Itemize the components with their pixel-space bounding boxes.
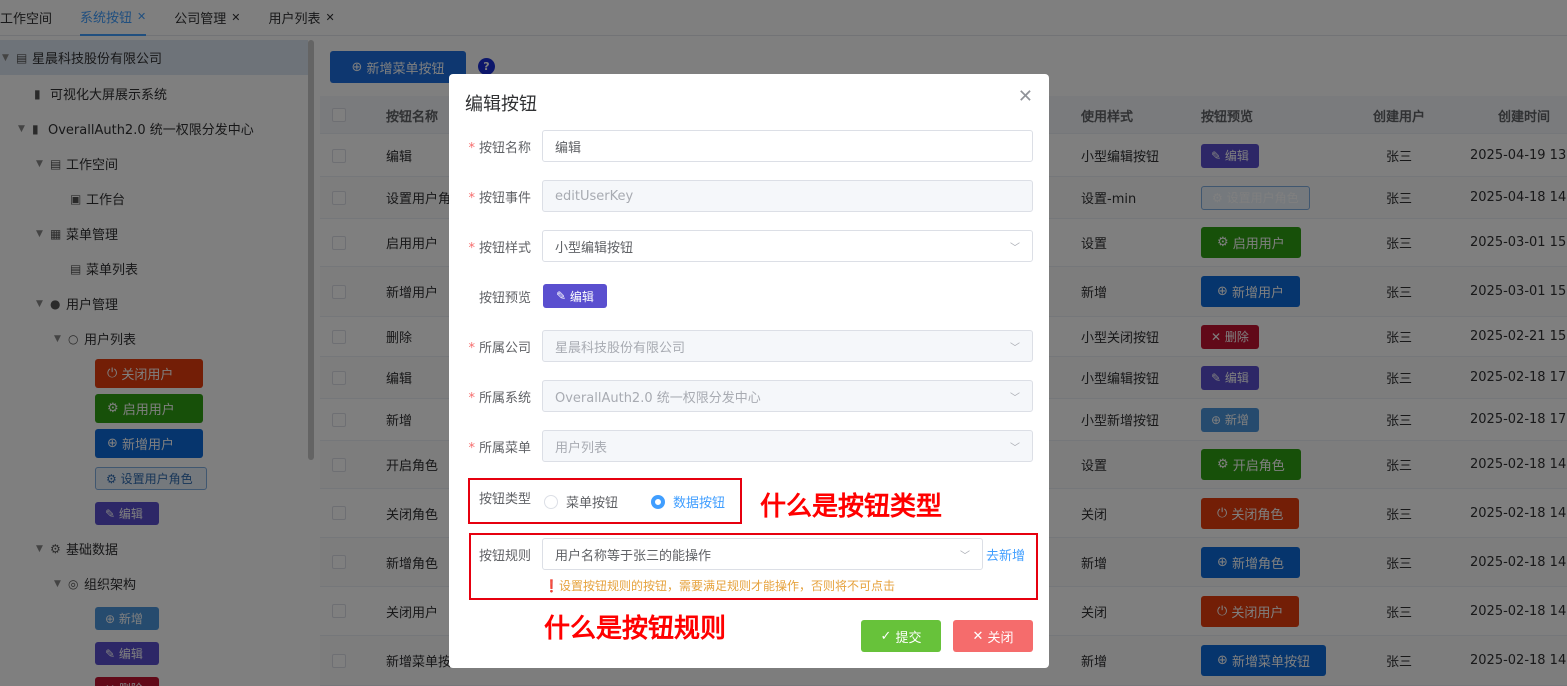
preview-edit-button[interactable]: ✎ 编辑 [543,284,607,308]
button-name-input[interactable]: 编辑 [542,130,1033,162]
chevron-down-icon: ﹀ [1010,342,1020,354]
field-label: * 按钮样式 [468,240,531,256]
button-event-input: editUserKey [542,180,1033,212]
form-row-event: * 按钮事件 editUserKey [449,180,1049,212]
submit-button[interactable]: ✓ 提交 [861,620,941,652]
close-icon[interactable]: ✕ [1018,86,1033,107]
annotation-rule-text: 什么是按钮规则 [544,614,727,644]
annotation-box-rule [469,533,1038,600]
cancel-button[interactable]: ✕ 关闭 [953,620,1033,652]
system-select: OverallAuth2.0 统一权限分发中心 ﹀ [542,380,1033,412]
company-select: 星晨科技股份有限公司 ﹀ [542,330,1033,362]
chevron-down-icon: ﹀ [1010,442,1020,454]
form-row-company: * 所属公司 星晨科技股份有限公司 ﹀ [449,330,1049,362]
field-label: * 所属公司 [468,340,531,356]
chevron-down-icon: ﹀ [1010,392,1020,404]
annotation-box-type [468,478,742,524]
field-label: * 按钮名称 [468,140,531,156]
form-row-preview: 按钮预览 ✎ 编辑 [449,280,1049,312]
field-label: * 按钮事件 [468,190,531,206]
field-label: * 所属菜单 [468,440,531,456]
annotation-type-text: 什么是按钮类型 [760,492,943,522]
form-row-menu: * 所属菜单 用户列表 ﹀ [449,430,1049,462]
form-row-style: * 按钮样式 小型编辑按钮 ﹀ [449,230,1049,262]
dialog-title: 编辑按钮 [465,94,537,115]
field-label: * 所属系统 [468,390,531,406]
menu-select: 用户列表 ﹀ [542,430,1033,462]
form-row-system: * 所属系统 OverallAuth2.0 统一权限分发中心 ﹀ [449,380,1049,412]
form-row-name: * 按钮名称 编辑 [449,130,1049,162]
field-label: 按钮预览 [478,290,531,306]
button-style-select[interactable]: 小型编辑按钮 ﹀ [542,230,1033,262]
edit-button-dialog: 编辑按钮 ✕ * 按钮名称 编辑 * 按钮事件 editUserKey * 按钮样式 … [449,74,1049,668]
chevron-down-icon: ﹀ [1010,242,1020,254]
